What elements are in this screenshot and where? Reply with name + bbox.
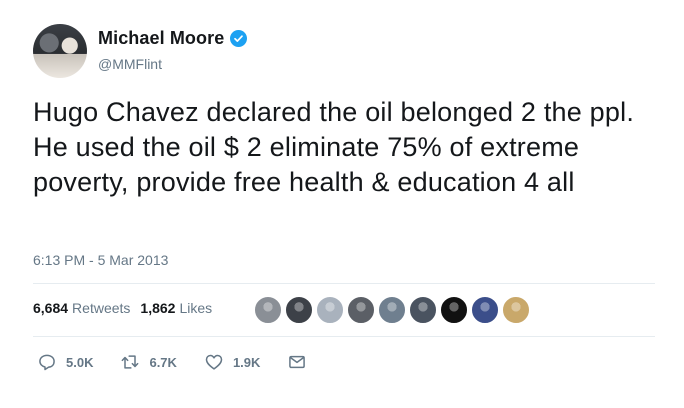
liker-avatar[interactable] xyxy=(378,296,406,324)
retweet-count: 6.7K xyxy=(149,354,177,370)
like-button[interactable]: 1.9K xyxy=(204,352,260,372)
direct-message-button[interactable] xyxy=(287,352,307,372)
liker-avatar[interactable] xyxy=(254,296,282,324)
avatar[interactable] xyxy=(33,24,87,78)
retweet-button[interactable]: 6.7K xyxy=(120,352,177,372)
likes-count[interactable]: 1,862 xyxy=(140,300,175,316)
liker-avatar[interactable] xyxy=(409,296,437,324)
liker-avatar[interactable] xyxy=(347,296,375,324)
liker-avatar[interactable] xyxy=(502,296,530,324)
reply-icon xyxy=(39,354,55,371)
tweet-text: Hugo Chavez declared the oil belonged 2 … xyxy=(33,97,635,197)
author-display-name[interactable]: Michael Moore xyxy=(98,28,224,49)
divider xyxy=(33,336,655,337)
liker-avatar[interactable] xyxy=(285,296,313,324)
divider xyxy=(33,283,655,284)
liker-avatars xyxy=(254,296,533,324)
reply-button[interactable]: 5.0K xyxy=(37,352,93,372)
retweet-icon xyxy=(122,355,139,369)
retweets-label[interactable]: Retweets xyxy=(72,300,130,316)
author-name-row: Michael Moore xyxy=(98,28,248,49)
like-count: 1.9K xyxy=(232,354,261,370)
tweet-actions: 5.0K 6.7K 1.9K xyxy=(37,352,334,372)
tweet-timestamp[interactable]: 6:13 PM - 5 Mar 2013 xyxy=(33,252,168,268)
liker-avatar[interactable] xyxy=(316,296,344,324)
likes-label[interactable]: Likes xyxy=(179,300,212,316)
liker-avatar[interactable] xyxy=(471,296,499,324)
envelope-icon xyxy=(289,355,306,369)
heart-icon xyxy=(205,354,223,370)
liker-avatar[interactable] xyxy=(440,296,468,324)
verified-badge-icon xyxy=(230,30,248,47)
author-handle[interactable]: @MMFlint xyxy=(98,56,162,72)
retweets-count[interactable]: 6,684 xyxy=(33,300,68,316)
reply-count: 5.0K xyxy=(66,354,94,370)
tweet-stats: 6,684 Retweets 1,862 Likes xyxy=(33,300,222,316)
